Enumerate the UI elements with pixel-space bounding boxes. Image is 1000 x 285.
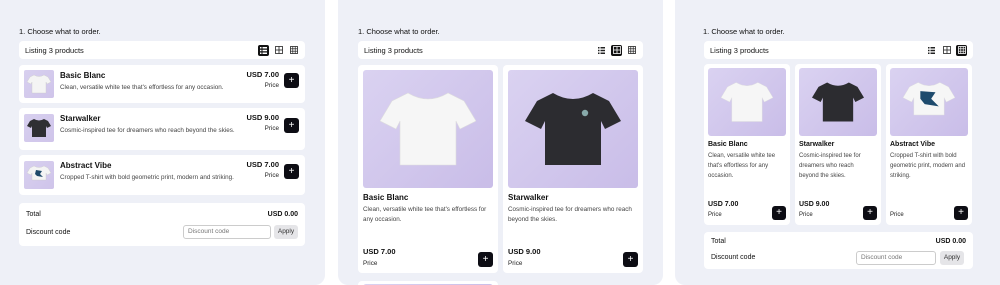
add-to-order-button[interactable]: + <box>284 73 299 88</box>
total-label: Total <box>26 211 41 218</box>
product-description: Clean, versatile white tee that's effort… <box>708 153 776 179</box>
apply-button[interactable]: Apply <box>940 251 964 265</box>
price-label: Price <box>890 212 904 218</box>
product-image <box>890 68 968 136</box>
grid-view-icon[interactable] <box>611 44 622 56</box>
total-value: USD 0.00 <box>267 211 298 218</box>
compact-grid-icon[interactable] <box>288 45 299 56</box>
product-price: USD 9.00 <box>799 201 830 208</box>
product-description: Cosmic-inspired tee for dreamers who rea… <box>799 153 861 179</box>
add-to-order-button[interactable]: + <box>284 118 299 133</box>
price-label: Price <box>508 260 523 267</box>
add-to-order-button[interactable]: + <box>623 252 638 267</box>
product-card: Basic Blanc Clean, versatile white tee t… <box>358 65 498 273</box>
product-image <box>24 161 54 189</box>
listing-count: Listing 3 products <box>25 45 84 55</box>
discount-code-input[interactable]: Discount code <box>856 251 936 265</box>
listing-bar: Listing 3 products <box>704 41 973 59</box>
product-description: Cropped T-shirt with bold geometric prin… <box>60 174 234 181</box>
step-heading: 1. Choose what to order. <box>358 27 440 36</box>
product-description: Cosmic-inspired tee for dreamers who rea… <box>60 127 235 134</box>
apply-button[interactable]: Apply <box>274 225 298 239</box>
product-name: Abstract Vibe <box>890 141 935 148</box>
product-name: Basic Blanc <box>363 193 409 202</box>
product-image <box>708 68 786 136</box>
list-view-panel: 1. Choose what to order. Listing 3 produ… <box>0 0 325 285</box>
price-label: Price <box>264 82 279 89</box>
product-description: Clean, versatile white tee that's effort… <box>60 84 224 91</box>
discount-code-input[interactable]: Discount code <box>183 225 271 239</box>
price-label: Price <box>363 260 378 267</box>
price-label: Price <box>799 212 813 218</box>
grid-view-icon[interactable] <box>941 45 952 56</box>
listing-count: Listing 3 products <box>710 45 769 55</box>
product-description: Clean, versatile white tee that's effort… <box>363 206 487 223</box>
list-view-icon[interactable] <box>258 44 269 56</box>
product-name: Abstract Vibe <box>60 161 112 170</box>
product-price: USD 9.00 <box>246 113 279 122</box>
grid-view-panel: 1. Choose what to order. Listing 3 produ… <box>338 0 663 285</box>
product-name: Basic Blanc <box>708 141 748 148</box>
order-summary: Total USD 0.00 Discount code Discount co… <box>704 232 973 269</box>
product-card: Starwalker Cosmic-inspired tee for dream… <box>503 65 643 273</box>
grid-view-icon[interactable] <box>273 45 284 56</box>
product-image <box>363 70 493 188</box>
compact-grid-icon[interactable] <box>626 45 637 56</box>
product-image <box>508 70 638 188</box>
product-image <box>24 114 54 142</box>
product-description: Cropped T-shirt with bold geometric prin… <box>890 153 966 179</box>
listing-count: Listing 3 products <box>364 45 423 55</box>
list-view-icon[interactable] <box>926 45 937 56</box>
product-name: Starwalker <box>799 141 835 148</box>
add-to-order-button[interactable]: + <box>478 252 493 267</box>
order-summary: Total USD 0.00 Discount code Discount co… <box>19 203 305 246</box>
product-card: Abstract Vibe Cropped T-shirt with bold … <box>886 64 972 225</box>
step-heading: 1. Choose what to order. <box>19 27 101 36</box>
compact-grid-panel: 1. Choose what to order. Listing 3 produ… <box>675 0 1000 285</box>
step-heading: 1. Choose what to order. <box>703 27 785 36</box>
product-card: Basic Blanc Clean, versatile white tee t… <box>704 64 790 225</box>
list-item: Starwalker Cosmic-inspired tee for dream… <box>19 108 305 150</box>
list-item: Abstract Vibe Cropped T-shirt with bold … <box>19 155 305 195</box>
product-card: Starwalker Cosmic-inspired tee for dream… <box>795 64 881 225</box>
product-name: Starwalker <box>60 114 101 123</box>
price-label: Price <box>708 212 722 218</box>
list-view-icon[interactable] <box>596 45 607 56</box>
total-value: USD 0.00 <box>935 238 966 245</box>
compact-grid-icon[interactable] <box>956 44 967 56</box>
add-to-order-button[interactable]: + <box>863 206 877 220</box>
product-description: Cosmic-inspired tee for dreamers who rea… <box>508 206 632 223</box>
product-price: USD 7.00 <box>363 247 396 256</box>
product-name: Basic Blanc <box>60 71 106 80</box>
discount-label: Discount code <box>711 254 756 261</box>
price-label: Price <box>264 172 279 179</box>
product-price: USD 9.00 <box>508 247 541 256</box>
discount-label: Discount code <box>26 229 71 236</box>
price-label: Price <box>264 125 279 132</box>
add-to-order-button[interactable]: + <box>954 206 968 220</box>
add-to-order-button[interactable]: + <box>284 164 299 179</box>
total-label: Total <box>711 238 726 245</box>
product-price: USD 7.00 <box>246 160 279 169</box>
product-price: USD 7.00 <box>246 70 279 79</box>
listing-bar: Listing 3 products <box>19 41 305 59</box>
product-name: Starwalker <box>508 193 549 202</box>
product-price: USD 7.00 <box>708 201 739 208</box>
product-card <box>358 281 498 285</box>
add-to-order-button[interactable]: + <box>772 206 786 220</box>
listing-bar: Listing 3 products <box>358 41 643 59</box>
product-image <box>24 70 54 98</box>
product-image <box>799 68 877 136</box>
stage: 1. Choose what to order. Listing 3 produ… <box>0 0 1000 285</box>
list-item: Basic Blanc Clean, versatile white tee t… <box>19 65 305 103</box>
